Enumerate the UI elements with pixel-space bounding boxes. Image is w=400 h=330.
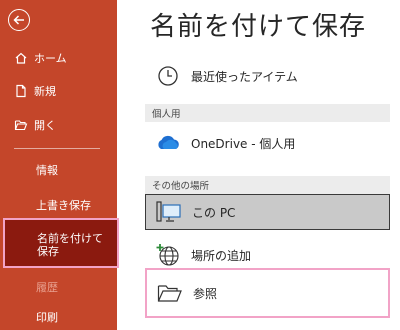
location-label: 場所の追加 (191, 248, 252, 263)
location-browse[interactable]: 参照 (145, 268, 390, 318)
new-file-icon (14, 84, 28, 98)
location-label: 参照 (193, 286, 218, 301)
sidebar-item-save-as[interactable]: 名前を付けて保存 (3, 218, 119, 268)
sidebar-item-label: 名前を付けて保存 (37, 232, 103, 258)
folder-open-icon (14, 118, 28, 132)
back-arrow-icon[interactable] (8, 9, 30, 31)
sidebar-item-label: ホーム (34, 52, 67, 65)
globe-plus-icon (153, 243, 183, 267)
sidebar-item-print[interactable]: 印刷 (0, 306, 117, 328)
sidebar-item-label: 情報 (36, 164, 58, 177)
location-label: OneDrive - 個人用 (191, 136, 296, 151)
section-header-personal: 個人用 (145, 104, 390, 122)
computer-icon (154, 200, 184, 224)
sidebar-item-label: 開く (34, 119, 56, 132)
sidebar-item-home[interactable]: ホーム (0, 47, 117, 69)
sidebar-item-label: 上書き保存 (36, 199, 91, 212)
folder-icon (155, 283, 185, 303)
sidebar-item-label: 印刷 (36, 311, 58, 324)
section-header-other: その他の場所 (145, 176, 390, 194)
sidebar-item-history: 履歴 (0, 276, 117, 298)
sidebar-item-label: 新規 (34, 85, 56, 98)
location-label: この PC (192, 205, 236, 220)
sidebar-item-label: 履歴 (36, 281, 58, 294)
location-label: 最近使ったアイテム (191, 69, 298, 84)
sidebar-item-save[interactable]: 上書き保存 (0, 194, 117, 216)
location-onedrive[interactable]: OneDrive - 個人用 (145, 124, 390, 162)
backstage-sidebar: ホーム 新規 開く 情報 上書き保存 名前を付けて保存 履歴 印刷 (0, 0, 119, 330)
home-icon (14, 51, 28, 65)
sidebar-item-new[interactable]: 新規 (0, 80, 117, 102)
sidebar-item-info[interactable]: 情報 (0, 159, 117, 181)
page-title: 名前を付けて保存 (150, 12, 367, 42)
location-this-pc[interactable]: この PC (145, 194, 390, 230)
clock-icon (153, 65, 183, 87)
sidebar-divider (14, 148, 100, 149)
location-recent[interactable]: 最近使ったアイテム (145, 57, 390, 95)
cloud-icon (153, 134, 183, 152)
sidebar-item-open[interactable]: 開く (0, 114, 117, 136)
